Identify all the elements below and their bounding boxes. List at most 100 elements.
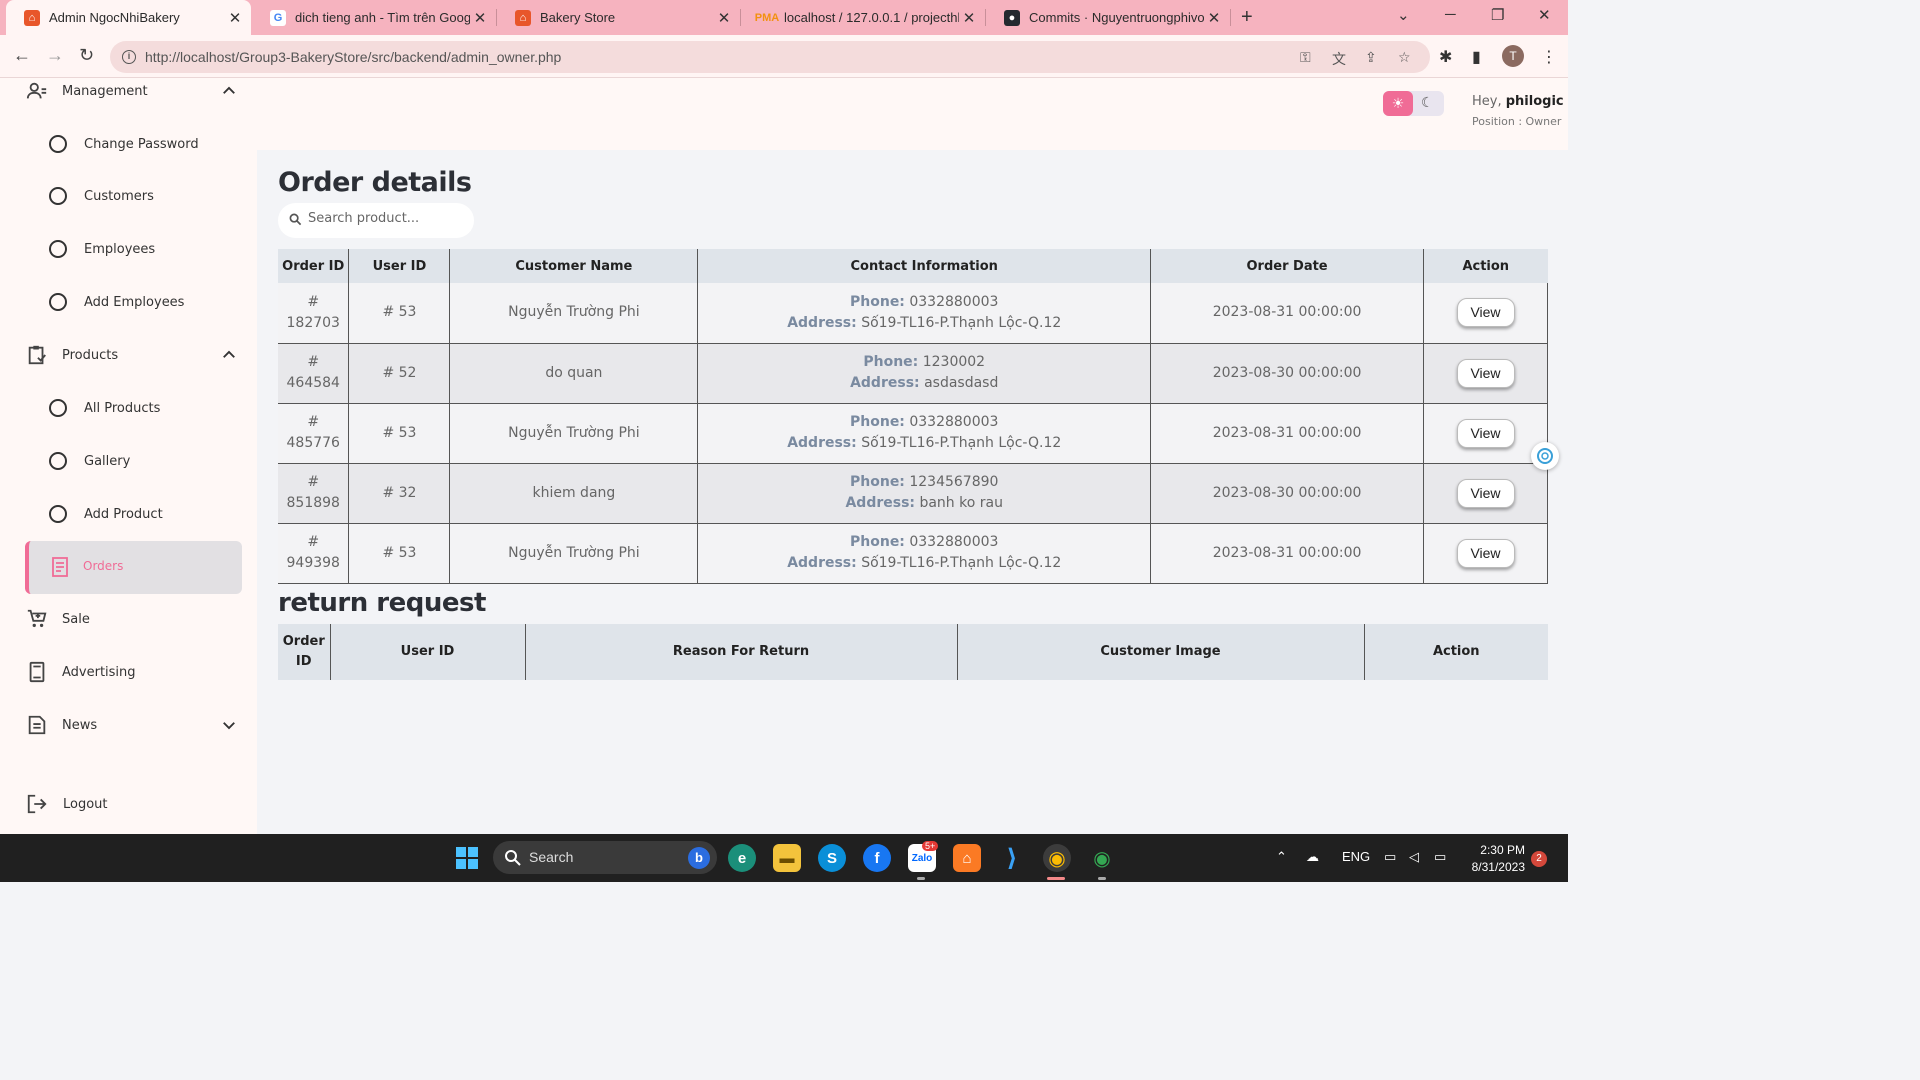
clock[interactable]: 2:30 PM 8/31/2023 bbox=[1465, 842, 1525, 876]
taskbar-search[interactable]: Search b bbox=[493, 841, 717, 874]
xampp-icon[interactable]: ⌂ bbox=[953, 844, 981, 872]
sidebar-item-logout[interactable]: Logout bbox=[0, 784, 257, 824]
order-id: 949398 bbox=[286, 555, 340, 571]
chevron-up-icon[interactable] bbox=[220, 82, 238, 100]
sidebar-item-label: Add Employees bbox=[84, 294, 185, 310]
maximize-button[interactable]: ❐ bbox=[1491, 6, 1504, 24]
key-icon[interactable]: ⚿ bbox=[1300, 49, 1311, 66]
extensions-icon[interactable]: ✱ bbox=[1439, 47, 1452, 67]
tab-title: Bakery Store bbox=[540, 10, 616, 25]
contact-cell: Phone: 0332880003 Address: Số19-TL16-P.Th… bbox=[697, 523, 1152, 584]
chevron-down-icon[interactable] bbox=[220, 716, 238, 734]
sidebar-item-add-product[interactable]: Add Product bbox=[0, 494, 257, 534]
profile-avatar[interactable]: T bbox=[1502, 45, 1524, 67]
close-icon[interactable]: ✕ bbox=[470, 9, 490, 27]
url-field[interactable]: i http://localhost/Group3-BakeryStore/sr… bbox=[110, 41, 1430, 73]
theme-toggle[interactable]: ☀ ☾ bbox=[1383, 91, 1444, 116]
contact-cell: Phone: 1234567890 Address: banh ko rau bbox=[697, 463, 1152, 524]
battery-icon[interactable]: ▭ bbox=[1434, 849, 1446, 865]
tab-phpmyadmin[interactable]: PMA localhost / 127.0.0.1 / projecthk2 ✕ bbox=[741, 4, 985, 31]
side-panel-icon[interactable]: ▮ bbox=[1472, 47, 1481, 67]
close-window-button[interactable]: ✕ bbox=[1538, 6, 1551, 24]
google-icon: G bbox=[270, 9, 286, 26]
sidebar-item-add-employees[interactable]: Add Employees bbox=[0, 282, 257, 322]
tab-google[interactable]: G dich tieng anh - Tìm trên Google ✕ bbox=[252, 4, 496, 31]
translate-icon[interactable]: 文 bbox=[1332, 49, 1346, 69]
forward-button[interactable]: → bbox=[46, 45, 64, 66]
facebook-icon[interactable]: f bbox=[863, 844, 891, 872]
user-id-cell: # 52 bbox=[348, 343, 451, 404]
show-hidden-icons-chevron-icon[interactable]: ⌃ bbox=[1276, 849, 1287, 865]
action-cell: View bbox=[1423, 463, 1548, 524]
user-position: Position : Owner bbox=[1472, 115, 1562, 128]
network-icon[interactable]: ▭ bbox=[1384, 849, 1396, 865]
tab-admin[interactable]: ⌂ Admin NgocNhiBakery ✕ bbox=[6, 0, 251, 35]
sidebar-item-change-password[interactable]: Change Password bbox=[0, 124, 257, 164]
onedrive-icon[interactable]: ☁ bbox=[1306, 849, 1319, 865]
close-icon[interactable]: ✕ bbox=[959, 9, 979, 27]
sidebar-item-management[interactable]: Management bbox=[0, 71, 257, 111]
circle-icon bbox=[49, 240, 67, 258]
tab-search-chevron-icon[interactable]: ⌄ bbox=[1397, 6, 1410, 24]
bing-icon[interactable]: b bbox=[688, 847, 710, 869]
bookmark-star-icon[interactable]: ☆ bbox=[1398, 49, 1411, 66]
tab-title: Admin NgocNhiBakery bbox=[49, 10, 180, 25]
sidebar-item-customers[interactable]: Customers bbox=[0, 176, 257, 216]
sidebar-item-news[interactable]: News bbox=[0, 705, 257, 745]
file-explorer-icon[interactable]: ▬ bbox=[773, 844, 801, 872]
notification-badge[interactable]: 2 bbox=[1531, 851, 1547, 867]
address-value: Số19-TL16-P.Thạnh Lộc-Q.12 bbox=[861, 314, 1062, 331]
view-button[interactable]: View bbox=[1456, 478, 1515, 508]
column-header: User ID bbox=[330, 624, 526, 680]
minimize-button[interactable]: ─ bbox=[1445, 6, 1456, 23]
skype-icon[interactable]: S bbox=[818, 844, 846, 872]
view-button[interactable]: View bbox=[1456, 358, 1515, 388]
view-button[interactable]: View bbox=[1456, 298, 1515, 328]
back-button[interactable]: ← bbox=[13, 45, 31, 66]
ai-assistant-button[interactable] bbox=[1531, 442, 1559, 470]
view-button[interactable]: View bbox=[1456, 538, 1515, 568]
share-icon[interactable]: ⇪ bbox=[1365, 49, 1377, 66]
language-indicator[interactable]: ENG bbox=[1342, 849, 1370, 864]
sidebar-item-label: Sale bbox=[62, 611, 90, 627]
tab-github[interactable]: ● Commits · Nguyentruongphivold ✕ bbox=[986, 4, 1230, 31]
chrome-profile-icon[interactable]: ◉ bbox=[1088, 844, 1116, 872]
customer-name-cell: Nguyễn Trường Phi bbox=[449, 523, 699, 584]
close-icon[interactable]: ✕ bbox=[714, 9, 734, 27]
moon-icon[interactable]: ☾ bbox=[1421, 94, 1434, 111]
tab-bakery-store[interactable]: ⌂ Bakery Store ✕ bbox=[497, 4, 740, 31]
sidebar-item-all-products[interactable]: All Products bbox=[0, 388, 257, 428]
site-info-icon[interactable]: i bbox=[122, 50, 136, 64]
view-button[interactable]: View bbox=[1456, 418, 1515, 448]
phone-label: Phone: bbox=[863, 354, 919, 370]
sidebar-item-sale[interactable]: Sale bbox=[0, 599, 257, 639]
sidebar-item-label: All Products bbox=[84, 400, 161, 416]
sidebar-item-employees[interactable]: Employees bbox=[0, 229, 257, 269]
windows-start-icon[interactable] bbox=[455, 846, 479, 870]
user-id-cell: # 32 bbox=[348, 463, 451, 524]
phpmyadmin-icon: PMA bbox=[754, 11, 780, 24]
search-box[interactable] bbox=[278, 203, 474, 238]
reload-button[interactable]: ↻ bbox=[79, 45, 94, 66]
clock-date: 8/31/2023 bbox=[1471, 860, 1525, 874]
sidebar-item-label: Customers bbox=[84, 188, 154, 204]
chrome-icon[interactable]: ◉ bbox=[1043, 844, 1071, 872]
new-tab-button[interactable]: + bbox=[1241, 6, 1253, 29]
close-icon[interactable]: ✕ bbox=[1204, 9, 1224, 27]
sidebar-item-label: Gallery bbox=[84, 453, 131, 469]
vscode-icon[interactable]: ⟩ bbox=[998, 844, 1026, 872]
sidebar-item-orders[interactable]: Orders bbox=[25, 541, 242, 594]
edge-icon[interactable]: e bbox=[728, 844, 756, 872]
search-input[interactable] bbox=[308, 211, 468, 226]
sidebar-item-gallery[interactable]: Gallery bbox=[0, 441, 257, 481]
search-icon bbox=[505, 850, 521, 866]
chevron-up-icon[interactable] bbox=[220, 346, 238, 364]
menu-kebab-icon[interactable]: ⋮ bbox=[1541, 47, 1557, 67]
order-id: 182703 bbox=[286, 314, 340, 331]
close-icon[interactable]: ✕ bbox=[225, 9, 245, 27]
returns-table: Order ID User ID Reason For Return Custo… bbox=[278, 624, 1548, 680]
sidebar-item-products[interactable]: Products bbox=[0, 335, 257, 375]
sidebar-item-advertising[interactable]: Advertising bbox=[0, 652, 257, 692]
volume-icon[interactable]: ◁ bbox=[1409, 849, 1419, 865]
sun-icon[interactable]: ☀ bbox=[1383, 91, 1413, 116]
